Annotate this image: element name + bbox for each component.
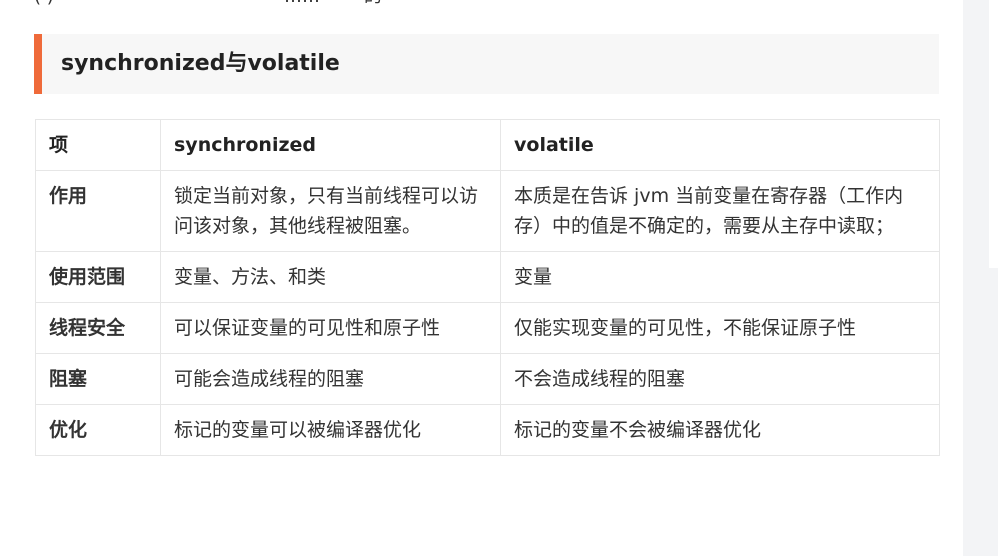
clipped-text-fragment: ( ) (34, 0, 54, 6)
synchronized-cell: 标记的变量可以被编译器优化 (160, 404, 501, 456)
section-heading: synchronized与volatile (61, 51, 340, 76)
table-row: 阻塞 可能会造成线程的阻塞 不会造成线程的阻塞 (35, 353, 940, 405)
synchronized-cell: 变量、方法、和类 (160, 251, 501, 303)
comparison-table: 项 synchronized volatile 作用 锁定当前对象，只有当前线程… (35, 119, 940, 456)
row-key-cell: 阻塞 (35, 353, 161, 405)
table-row: 优化 标记的变量可以被编译器优化 标记的变量不会被编译器优化 (35, 404, 940, 456)
section-heading-block: synchronized与volatile (34, 34, 939, 94)
synchronized-cell: 可以保证变量的可见性和原子性 (160, 302, 501, 354)
column-header-item: 项 (35, 119, 161, 171)
right-side-panel (989, 0, 998, 268)
synchronized-cell: 可能会造成线程的阻塞 (160, 353, 501, 405)
synchronized-cell: 锁定当前对象，只有当前线程可以访问该对象，其他线程被阻塞。 (160, 170, 501, 252)
table-row: 线程安全 可以保证变量的可见性和原子性 仅能实现变量的可见性，不能保证原子性 (35, 302, 940, 354)
volatile-cell: 标记的变量不会被编译器优化 (500, 404, 940, 456)
volatile-cell: 变量 (500, 251, 940, 303)
previous-paragraph-clipped: ( ) …… 的一 (34, 0, 464, 6)
table-row: 作用 锁定当前对象，只有当前线程可以访问该对象，其他线程被阻塞。 本质是在告诉 … (35, 170, 940, 252)
row-key-cell: 使用范围 (35, 251, 161, 303)
row-key-cell: 优化 (35, 404, 161, 456)
column-header-synchronized: synchronized (160, 119, 501, 171)
volatile-cell: 本质是在告诉 jvm 当前变量在寄存器（工作内存）中的值是不确定的，需要从主存中… (500, 170, 940, 252)
column-header-volatile: volatile (500, 119, 940, 171)
row-key-cell: 作用 (35, 170, 161, 252)
volatile-cell: 仅能实现变量的可见性，不能保证原子性 (500, 302, 940, 354)
table-row: 使用范围 变量、方法、和类 变量 (35, 251, 940, 303)
table-header-row: 项 synchronized volatile (35, 119, 940, 171)
clipped-text-fragment: 的一 (364, 0, 400, 6)
clipped-text-fragment: …… (284, 0, 320, 6)
volatile-cell: 不会造成线程的阻塞 (500, 353, 940, 405)
row-key-cell: 线程安全 (35, 302, 161, 354)
